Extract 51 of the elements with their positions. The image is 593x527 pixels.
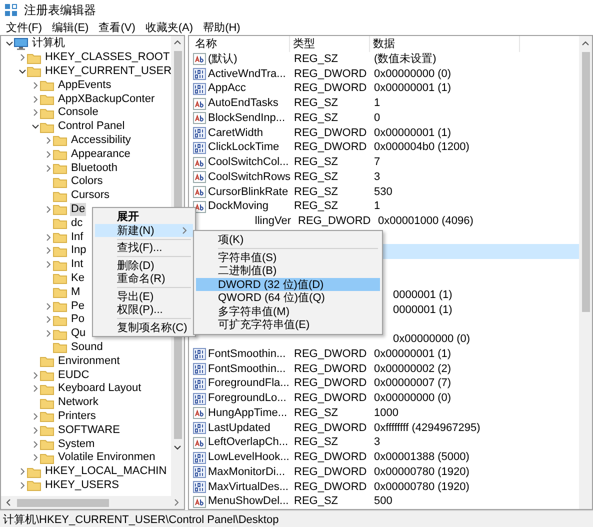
value-type: REG_SZ: [293, 52, 340, 66]
value-type: REG_SZ: [293, 406, 340, 420]
value-type: REG_SZ: [293, 436, 340, 450]
value-type: REG_SZ: [293, 156, 340, 170]
value-data: 0x00000007 (7): [373, 377, 452, 390]
value-type: REG_DWORD: [293, 82, 368, 96]
value-type: REG_SZ: [293, 200, 340, 214]
value-data: 1000: [373, 406, 398, 420]
value-data: 0x00001388 (5000): [373, 451, 470, 464]
status-path: 计算机\HKEY_CURRENT_USER\Control Panel\Desktop: [3, 512, 279, 526]
value-data: 1: [373, 97, 380, 110]
value-data: 500: [373, 495, 392, 508]
value-type: REG_DWORD: [293, 126, 368, 140]
value-data: 0x00000000 (0): [373, 68, 452, 81]
value-type: REG_SZ: [293, 186, 340, 199]
window-title: 注册表编辑器: [24, 2, 96, 18]
value-data: 3: [373, 436, 380, 450]
value-data: 0xffffffff (4294967295): [373, 422, 480, 435]
value-type: REG_SZ: [293, 495, 340, 508]
value-data: 0x00001000 (4096): [377, 215, 474, 228]
value-type: REG_DWORD: [293, 392, 368, 406]
value-data: 0x00000780 (1920): [373, 480, 470, 494]
value-type: REG_DWORD: [293, 348, 368, 361]
value-type: REG_SZ: [293, 170, 340, 184]
value-type: REG_SZ: [293, 112, 340, 125]
value-data: 0x00000780 (1920): [373, 466, 470, 479]
value-data: 0000001 (1): [392, 304, 452, 317]
value-type: REG_DWORD: [293, 141, 368, 154]
value-type: REG_DWORD: [293, 362, 368, 376]
value-data: 7: [373, 156, 380, 170]
value-data: 0x00000000 (0): [373, 392, 452, 406]
value-data: 0x00000000 (0): [392, 333, 470, 346]
value-type: REG_DWORD: [293, 466, 368, 479]
value-type: REG_DWORD: [293, 451, 368, 464]
value-type: REG_DWORD: [293, 422, 368, 435]
value-data: 530: [373, 186, 392, 199]
value-type: REG_SZ: [293, 97, 340, 110]
value-type: REG_DWORD: [293, 377, 368, 390]
value-data: 0x00000001 (1): [373, 82, 452, 96]
value-data: 0x00000002 (2): [373, 362, 452, 376]
value-data: 0x00000001 (1): [373, 126, 452, 140]
value-type: REG_DWORD: [293, 480, 368, 494]
value-type: REG_DWORD: [293, 68, 368, 81]
value-data: 0x000004b0 (1200): [373, 141, 470, 154]
value-type: REG_DWORD: [297, 215, 372, 228]
value-data: 3: [373, 170, 380, 184]
value-data: 0: [373, 112, 380, 125]
value-data: 0x00000001 (1): [373, 348, 452, 361]
value-data: 0000001 (1): [392, 288, 452, 302]
value-data: (数值未设置): [373, 52, 436, 66]
value-data: 1: [373, 200, 380, 214]
